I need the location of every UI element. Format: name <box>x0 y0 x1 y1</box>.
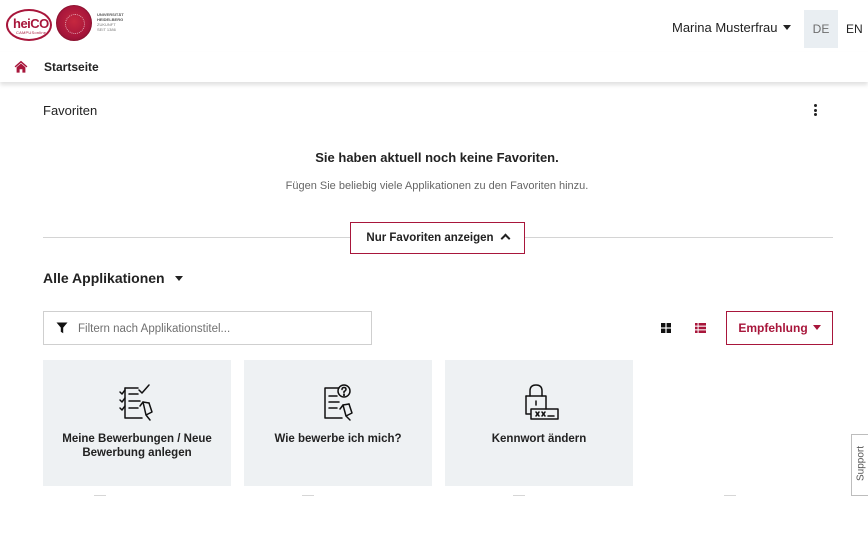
more-options-icon[interactable] <box>812 104 818 120</box>
all-applications-title: Alle Applikationen <box>43 270 165 286</box>
caret-down-icon <box>174 276 183 281</box>
home-icon[interactable] <box>14 60 28 73</box>
logo-subtext: CAMPUSonline <box>16 30 47 35</box>
filter-funnel-icon <box>56 322 68 334</box>
sort-label: Empfehlung <box>738 321 808 335</box>
caret-down-icon <box>783 25 792 30</box>
language-en-button[interactable]: EN <box>846 10 868 48</box>
breadcrumb-home-link[interactable]: Startseite <box>44 60 99 74</box>
app-tile-applications[interactable]: Meine Bewerbungen / Neue Bewerbung anleg… <box>43 360 231 486</box>
sort-dropdown-button[interactable]: Empfehlung <box>726 311 833 345</box>
top-header: heiCO CAMPUSonline UNIVERSITÄT HEIDELBER… <box>0 0 868 52</box>
university-seal-logo <box>56 5 92 41</box>
app-tile-label: Kennwort ändern <box>491 433 587 445</box>
filter-input[interactable] <box>78 318 363 340</box>
tile-shadow-stub <box>94 495 106 496</box>
show-favorites-only-button[interactable]: Nur Favoriten anzeigen <box>350 222 525 254</box>
tile-shadow-stub <box>724 495 736 496</box>
show-favorites-only-label: Nur Favoriten anzeigen <box>366 232 494 244</box>
support-tab[interactable]: Support <box>851 434 868 496</box>
caret-down-icon <box>812 325 821 330</box>
password-lock-icon <box>525 384 559 420</box>
grid-view-icon[interactable] <box>661 323 671 333</box>
application-checklist-icon <box>119 384 153 421</box>
user-menu[interactable]: Marina Musterfrau <box>672 20 792 35</box>
app-tile-change-password[interactable]: Kennwort ändern <box>445 360 633 486</box>
favorites-empty-heading: Sie haben aktuell noch keine Favoriten. <box>315 150 559 165</box>
tile-shadow-stub <box>513 495 525 496</box>
logo-text: heiCO <box>13 16 49 31</box>
chevron-up-icon <box>500 233 511 244</box>
favorites-empty-text: Fügen Sie beliebig viele Applikationen z… <box>285 180 589 192</box>
support-label: Support <box>855 445 867 482</box>
list-view-icon[interactable] <box>695 323 706 333</box>
breadcrumb: Startseite <box>0 52 868 82</box>
app-tile-label: Meine Bewerbungen / Neue Bewerbung anleg… <box>62 433 212 459</box>
app-tile-label: Wie bewerbe ich mich? <box>274 433 402 445</box>
language-de-button[interactable]: DE <box>804 10 838 48</box>
all-applications-dropdown[interactable]: Alle Applikationen <box>43 270 183 286</box>
university-name: UNIVERSITÄT HEIDELBERG ZUKUNFT SEIT 1386 <box>97 12 124 32</box>
user-name: Marina Musterfrau <box>672 20 778 35</box>
application-question-icon <box>324 384 353 421</box>
heico-logo[interactable]: heiCO CAMPUSonline <box>6 9 52 41</box>
app-tile-how-to-apply[interactable]: Wie bewerbe ich mich? <box>244 360 432 486</box>
filter-field <box>43 311 372 345</box>
favorites-title: Favoriten <box>43 103 98 118</box>
tile-shadow-stub <box>302 495 314 496</box>
